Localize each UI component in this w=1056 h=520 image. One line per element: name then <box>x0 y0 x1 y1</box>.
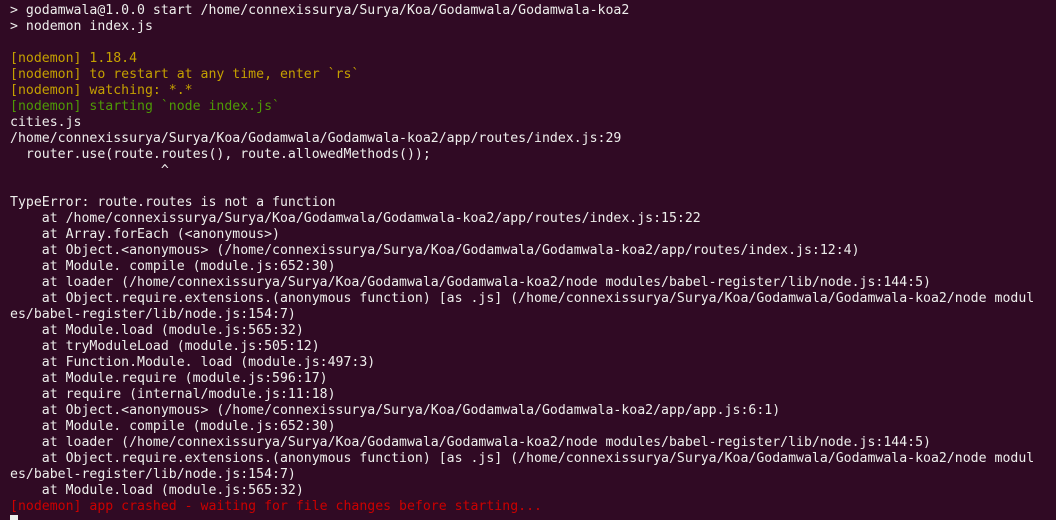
terminal-input-line[interactable] <box>10 515 1056 520</box>
terminal-line: at tryModuleLoad (module.js:505:12) <box>10 339 320 354</box>
terminal-line: [nodemon] starting `node index.js` <box>10 99 280 114</box>
terminal-line: at Object.require.extensions.(anonymous … <box>10 291 1035 306</box>
terminal-line: [nodemon] app crashed - waiting for file… <box>10 499 542 514</box>
terminal-line: > nodemon index.js <box>10 19 153 34</box>
terminal-line: at Module.require (module.js:596:17) <box>10 371 328 386</box>
terminal-line: [nodemon] to restart at any time, enter … <box>10 67 360 82</box>
terminal-line: at Module. compile (module.js:652:30) <box>10 259 336 274</box>
terminal-line: at Module.load (module.js:565:32) <box>10 483 304 498</box>
terminal-line: /home/connexissurya/Surya/Koa/Godamwala/… <box>10 131 622 146</box>
terminal-line: es/babel-register/lib/node.js:154:7) <box>10 307 296 322</box>
terminal-line: at loader (/home/connexissurya/Surya/Koa… <box>10 435 931 450</box>
terminal-line: > godamwala@1.0.0 start /home/connexissu… <box>10 3 630 18</box>
terminal-line: ^ <box>10 163 169 178</box>
terminal-line: [nodemon] 1.18.4 <box>10 51 138 66</box>
terminal-line: at Array.forEach (<anonymous>) <box>10 227 280 242</box>
terminal-line: [nodemon] watching: *.* <box>10 83 193 98</box>
terminal-line: at Object.<anonymous> (/home/connexissur… <box>10 243 860 258</box>
terminal-line: at require (internal/module.js:11:18) <box>10 387 336 402</box>
terminal-line: at Module. compile (module.js:652:30) <box>10 419 336 434</box>
terminal-line: cities.js <box>10 115 82 130</box>
terminal-output: > godamwala@1.0.0 start /home/connexissu… <box>10 3 1056 515</box>
terminal-line: at Function.Module. load (module.js:497:… <box>10 355 376 370</box>
terminal-line: at /home/connexissurya/Surya/Koa/Godamwa… <box>10 211 701 226</box>
terminal-line: at Object.require.extensions.(anonymous … <box>10 451 1035 466</box>
terminal-line: es/babel-register/lib/node.js:154:7) <box>10 467 296 482</box>
terminal-window[interactable]: > godamwala@1.0.0 start /home/connexissu… <box>0 0 1056 520</box>
terminal-line: at loader (/home/connexissurya/Surya/Koa… <box>10 275 931 290</box>
text-cursor <box>10 515 18 520</box>
terminal-line: TypeError: route.routes is not a functio… <box>10 195 336 210</box>
terminal-line: at Object.<anonymous> (/home/connexissur… <box>10 403 781 418</box>
terminal-line: at Module.load (module.js:565:32) <box>10 323 304 338</box>
terminal-line: router.use(route.routes(), route.allowed… <box>10 147 431 162</box>
